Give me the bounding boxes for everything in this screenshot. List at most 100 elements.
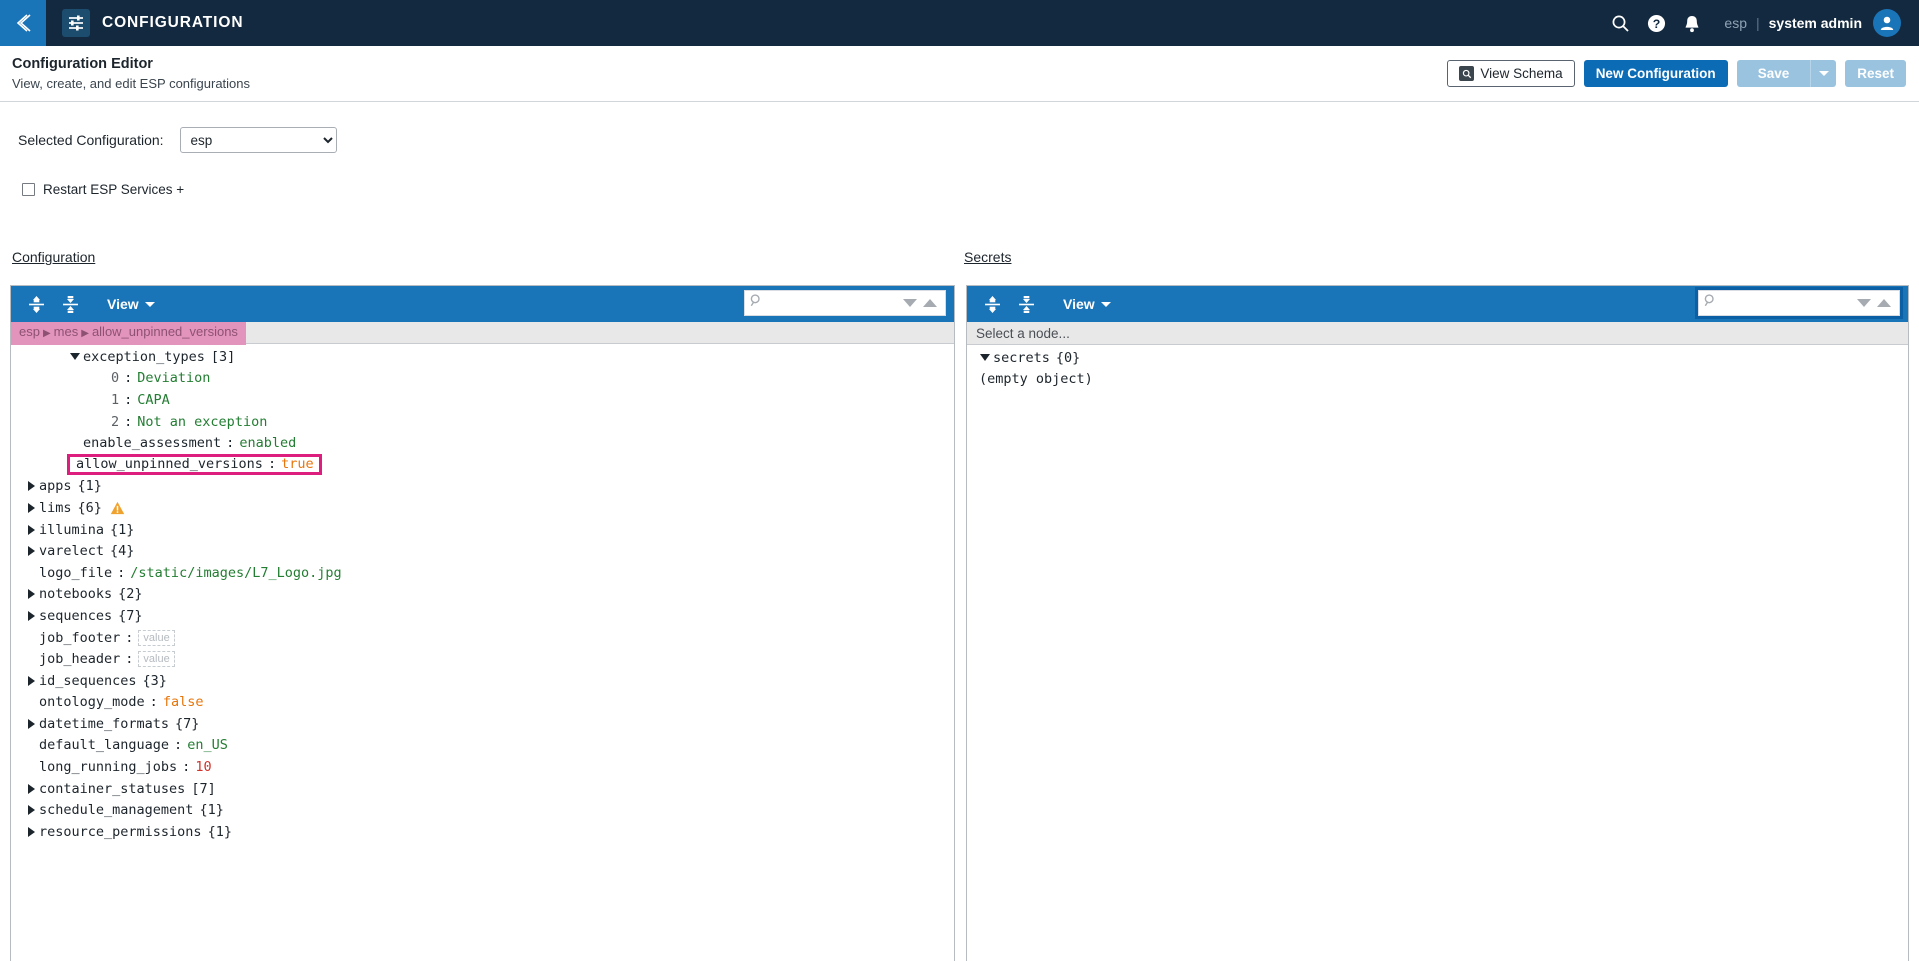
tree-row[interactable]: logo_file:/static/images/L7_Logo.jpg: [11, 562, 954, 584]
tree-node-colon: :: [267, 456, 277, 473]
configuration-search-box[interactable]: [744, 290, 946, 316]
restart-esp-services-checkbox[interactable]: [22, 183, 35, 196]
tree-node-key: exception_types: [83, 348, 205, 365]
triangle-down-icon: [1857, 299, 1871, 307]
tree-node-value[interactable]: true: [281, 456, 314, 472]
restart-esp-services-label: Restart ESP Services +: [43, 182, 185, 197]
twisty-expanded-icon[interactable]: [67, 353, 83, 361]
search-next-button[interactable]: [1874, 299, 1894, 307]
tree-row[interactable]: 0: Deviation: [11, 368, 954, 390]
secrets-search-box[interactable]: [1695, 287, 1903, 319]
tree-empty-object-label: (empty object): [979, 371, 1093, 388]
triangle-right-icon: [27, 546, 35, 557]
tree-node-value[interactable]: en_US: [187, 737, 228, 753]
triangle-right-icon: [27, 718, 35, 729]
tree-row[interactable]: id_sequences {3}: [11, 670, 954, 692]
page-subtitle: View, create, and edit ESP configuration…: [12, 75, 251, 91]
tree-row[interactable]: apps {1}: [11, 476, 954, 498]
tree-row[interactable]: datetime_formats {7}: [11, 713, 954, 735]
tree-node-value[interactable]: Deviation: [137, 370, 210, 386]
configuration-select[interactable]: esp: [179, 127, 337, 153]
tree-row[interactable]: container_statuses [7]: [11, 778, 954, 800]
view-schema-button[interactable]: View Schema: [1447, 60, 1575, 87]
twisty-collapsed-icon[interactable]: [23, 481, 39, 492]
collapse-all-icon[interactable]: [1011, 290, 1041, 318]
highlighted-node[interactable]: allow_unpinned_versions: true: [67, 454, 322, 476]
tree-row[interactable]: allow_unpinned_versions: true: [11, 454, 954, 476]
twisty-collapsed-icon[interactable]: [23, 589, 39, 600]
tree-node-value[interactable]: 10: [195, 759, 211, 775]
configuration-search-input[interactable]: [767, 294, 900, 312]
tree-row[interactable]: lims {6}: [11, 497, 954, 519]
tree-row[interactable]: job_header: value: [11, 648, 954, 670]
search-prev-button[interactable]: [900, 299, 920, 307]
avatar[interactable]: [1873, 9, 1901, 37]
secrets-view-menu[interactable]: View: [1063, 296, 1111, 312]
tree-node-key: default_language: [39, 737, 170, 754]
new-configuration-button[interactable]: New Configuration: [1583, 60, 1728, 87]
tree-row[interactable]: (empty object): [967, 369, 1908, 391]
tree-node-value[interactable]: enabled: [239, 435, 296, 451]
expand-all-icon[interactable]: [21, 290, 51, 318]
back-button[interactable]: [0, 0, 46, 46]
secrets-search-input[interactable]: [1721, 294, 1854, 312]
search-prev-button[interactable]: [1854, 299, 1874, 307]
save-button[interactable]: Save: [1736, 60, 1811, 87]
collapse-all-icon[interactable]: [55, 290, 85, 318]
tree-row[interactable]: default_language: en_US: [11, 735, 954, 757]
tree-row[interactable]: job_footer: value: [11, 627, 954, 649]
save-split-button: Save: [1736, 60, 1837, 87]
tree-node-value[interactable]: /static/images/L7_Logo.jpg: [130, 565, 341, 581]
tree-row[interactable]: notebooks {2}: [11, 584, 954, 606]
view-schema-label: View Schema: [1480, 66, 1563, 81]
expand-all-icon[interactable]: [977, 290, 1007, 318]
tree-row[interactable]: long_running_jobs:10: [11, 756, 954, 778]
tree-row[interactable]: exception_types [3]: [11, 346, 954, 368]
save-dropdown-button[interactable]: [1810, 60, 1837, 87]
configuration-section-label[interactable]: Configuration: [12, 249, 95, 265]
reset-button[interactable]: Reset: [1845, 60, 1906, 87]
twisty-collapsed-icon[interactable]: [23, 502, 39, 513]
bell-icon[interactable]: [1674, 0, 1710, 46]
tree-row[interactable]: secrets {0}: [967, 347, 1908, 369]
twisty-collapsed-icon[interactable]: [23, 524, 39, 535]
search-icon[interactable]: [1602, 0, 1638, 46]
tree-row[interactable]: schedule_management {1}: [11, 799, 954, 821]
question-circle-icon[interactable]: ?: [1638, 0, 1674, 46]
tree-row[interactable]: 2: Not an exception: [11, 411, 954, 433]
tree-node-count: {6}: [77, 499, 102, 516]
twisty-expanded-icon[interactable]: [977, 354, 993, 362]
twisty-collapsed-icon[interactable]: [23, 610, 39, 621]
twisty-collapsed-icon[interactable]: [23, 675, 39, 686]
breadcrumb[interactable]: esp ▶ mes ▶ allow_unpinned_versions: [11, 320, 246, 345]
tree-row[interactable]: resource_permissions {1}: [11, 821, 954, 843]
tree-node-value[interactable]: Not an exception: [137, 414, 267, 430]
tree-node-value[interactable]: value: [138, 629, 175, 646]
tree-node-value[interactable]: value: [138, 651, 175, 668]
tree-row[interactable]: enable_assessment: enabled: [11, 432, 954, 454]
tree-node-value[interactable]: false: [163, 694, 204, 710]
page-header: Configuration Editor View, create, and e…: [0, 46, 1919, 102]
configuration-view-menu[interactable]: View: [107, 296, 155, 312]
tree-node-count: {1}: [77, 478, 102, 495]
tree-node-value[interactable]: CAPA: [137, 392, 170, 408]
twisty-collapsed-icon[interactable]: [23, 546, 39, 557]
tree-row[interactable]: sequences {7}: [11, 605, 954, 627]
tree-node-key: schedule_management: [39, 802, 194, 819]
schema-search-icon: [1459, 66, 1475, 81]
twisty-collapsed-icon[interactable]: [23, 805, 39, 816]
secrets-section-label[interactable]: Secrets: [964, 249, 1011, 265]
tree-row[interactable]: ontology_mode: false: [11, 692, 954, 714]
tree-row[interactable]: varelect {4}: [11, 540, 954, 562]
tree-node-count: {3}: [142, 672, 167, 689]
tree-node-key: id_sequences: [39, 672, 137, 689]
tree-row[interactable]: 1: CAPA: [11, 389, 954, 411]
search-next-button[interactable]: [920, 299, 940, 307]
tree-node-count: {1}: [207, 823, 232, 840]
twisty-collapsed-icon[interactable]: [23, 826, 39, 837]
restart-esp-services-row[interactable]: Restart ESP Services +: [22, 182, 184, 197]
twisty-collapsed-icon[interactable]: [23, 783, 39, 794]
configuration-panel: View esp ▶ mes ▶ allow_unpinned_versions exc…: [10, 285, 955, 961]
tree-row[interactable]: illumina {1}: [11, 519, 954, 541]
twisty-collapsed-icon[interactable]: [23, 718, 39, 729]
